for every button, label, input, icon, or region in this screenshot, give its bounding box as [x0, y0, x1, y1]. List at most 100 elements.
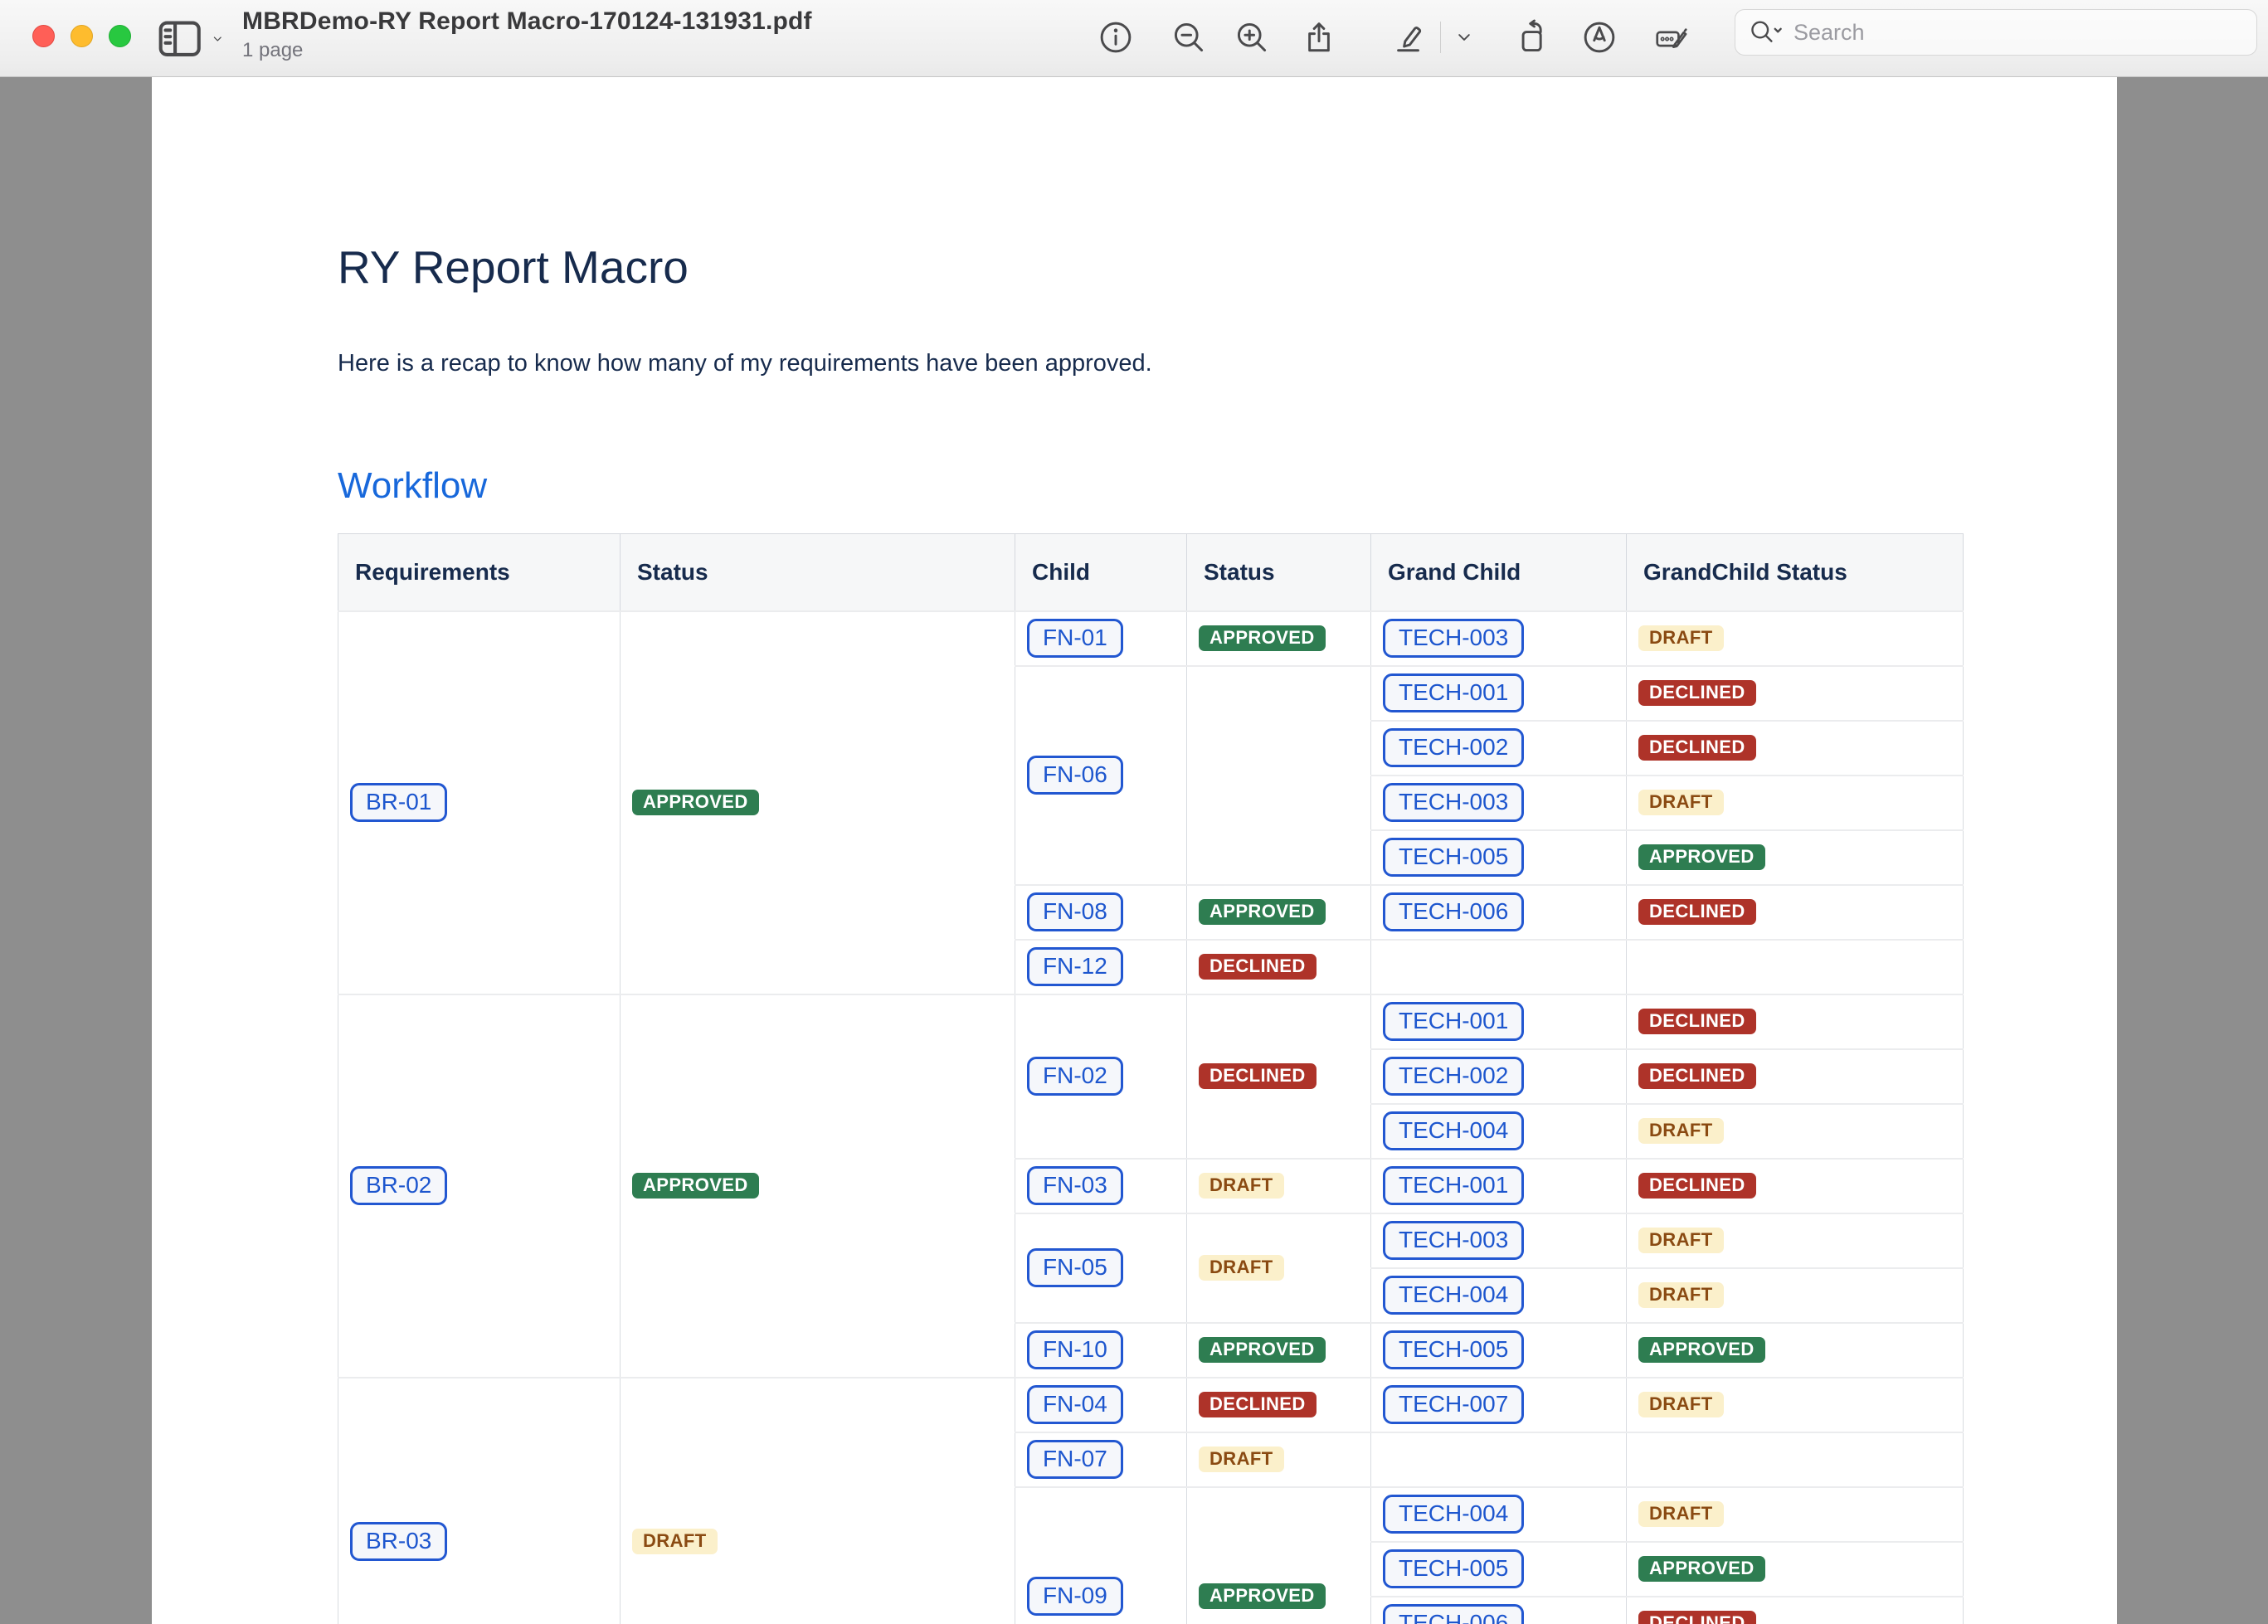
grandchild-cell — [1371, 940, 1627, 994]
status-lozenge: APPROVED — [1199, 899, 1326, 925]
section-heading-workflow: Workflow — [338, 464, 1963, 508]
column-header: Status — [1187, 534, 1371, 611]
status-lozenge: DECLINED — [1199, 1063, 1317, 1089]
child-status-cell: APPROVED — [1187, 1487, 1371, 1624]
issue-link-tech-001[interactable]: TECH-001 — [1383, 1002, 1524, 1041]
requirement-status-cell: DRAFT — [621, 1378, 1015, 1624]
status-lozenge: DECLINED — [1638, 1611, 1756, 1624]
status-lozenge: DRAFT — [1638, 1228, 1724, 1253]
workflow-table: RequirementsStatusChildStatusGrand Child… — [338, 533, 1964, 1624]
grandchild-cell: TECH-004 — [1371, 1268, 1627, 1323]
child-status-cell: APPROVED — [1187, 611, 1371, 666]
column-header: Status — [621, 534, 1015, 611]
status-lozenge: DECLINED — [1199, 1392, 1317, 1417]
highlight-options-button[interactable] — [1445, 15, 1483, 60]
issue-link-tech-004[interactable]: TECH-004 — [1383, 1276, 1524, 1315]
close-button[interactable] — [32, 25, 55, 47]
search-field[interactable] — [1735, 9, 2257, 56]
form-sign-button[interactable] — [1647, 15, 1696, 60]
grandchild-status-cell: DRAFT — [1627, 776, 1964, 830]
fullscreen-button[interactable] — [109, 25, 131, 47]
issue-link-fn-01[interactable]: FN-01 — [1027, 619, 1123, 658]
issue-link-tech-005[interactable]: TECH-005 — [1383, 1549, 1524, 1588]
grandchild-status-cell: DECLINED — [1627, 1049, 1964, 1104]
issue-link-fn-12[interactable]: FN-12 — [1027, 947, 1123, 986]
zoom-out-button[interactable] — [1166, 15, 1211, 60]
search-input[interactable] — [1787, 20, 2245, 46]
issue-link-tech-004[interactable]: TECH-004 — [1383, 1495, 1524, 1534]
status-lozenge: DECLINED — [1199, 954, 1317, 980]
grandchild-cell: TECH-004 — [1371, 1104, 1627, 1159]
issue-link-fn-03[interactable]: FN-03 — [1027, 1166, 1123, 1205]
issue-link-fn-07[interactable]: FN-07 — [1027, 1440, 1123, 1479]
requirement-cell: BR-03 — [338, 1378, 621, 1624]
issue-link-fn-02[interactable]: FN-02 — [1027, 1057, 1123, 1096]
issue-link-tech-002[interactable]: TECH-002 — [1383, 1057, 1524, 1096]
grandchild-cell: TECH-007 — [1371, 1378, 1627, 1432]
status-lozenge: DRAFT — [1638, 1392, 1724, 1417]
traffic-lights — [32, 25, 131, 47]
issue-link-tech-001[interactable]: TECH-001 — [1383, 673, 1524, 712]
issue-link-fn-10[interactable]: FN-10 — [1027, 1330, 1123, 1369]
child-cell: FN-12 — [1015, 940, 1187, 994]
status-lozenge: DRAFT — [1638, 1118, 1724, 1144]
status-lozenge: DRAFT — [1638, 790, 1724, 815]
sidebar-toggle-button[interactable] — [154, 17, 226, 61]
grandchild-cell: TECH-003 — [1371, 611, 1627, 666]
grandchild-cell: TECH-004 — [1371, 1487, 1627, 1542]
issue-link-tech-003[interactable]: TECH-003 — [1383, 1221, 1524, 1260]
rotate-button[interactable] — [1511, 15, 1555, 60]
toolbar-divider — [1440, 22, 1441, 53]
issue-link-fn-06[interactable]: FN-06 — [1027, 756, 1123, 795]
issue-link-tech-003[interactable]: TECH-003 — [1383, 783, 1524, 822]
table-header-row: RequirementsStatusChildStatusGrand Child… — [338, 534, 1964, 611]
issue-link-fn-04[interactable]: FN-04 — [1027, 1385, 1123, 1424]
zoom-in-button[interactable] — [1229, 15, 1274, 60]
child-status-cell: DECLINED — [1187, 1378, 1371, 1432]
child-cell: FN-05 — [1015, 1213, 1187, 1323]
issue-link-tech-007[interactable]: TECH-007 — [1383, 1385, 1524, 1424]
minimize-button[interactable] — [71, 25, 93, 47]
issue-link-fn-08[interactable]: FN-08 — [1027, 892, 1123, 931]
issue-link-tech-005[interactable]: TECH-005 — [1383, 1330, 1524, 1369]
share-button[interactable] — [1297, 15, 1341, 60]
issue-link-br-02[interactable]: BR-02 — [350, 1166, 447, 1205]
grandchild-status-cell: DECLINED — [1627, 721, 1964, 776]
issue-link-tech-006[interactable]: TECH-006 — [1383, 1604, 1524, 1624]
status-lozenge: DRAFT — [1638, 625, 1724, 651]
issue-link-fn-09[interactable]: FN-09 — [1027, 1577, 1123, 1616]
rotate-icon — [1515, 19, 1551, 56]
issue-link-fn-05[interactable]: FN-05 — [1027, 1248, 1123, 1287]
document-intro: Here is a recap to know how many of my r… — [338, 348, 1963, 378]
grandchild-cell — [1371, 1432, 1627, 1487]
issue-link-tech-004[interactable]: TECH-004 — [1383, 1111, 1524, 1150]
info-button[interactable] — [1093, 15, 1138, 60]
grandchild-status-cell: DECLINED — [1627, 666, 1964, 721]
pdf-page: RY Report Macro Here is a recap to know … — [152, 77, 2117, 1624]
window-title: MBRDemo-RY Report Macro-170124-131931.pd… — [242, 7, 812, 36]
markup-pen-button[interactable] — [1577, 15, 1622, 60]
highlight-button[interactable] — [1385, 15, 1430, 60]
issue-link-tech-001[interactable]: TECH-001 — [1383, 1166, 1524, 1205]
issue-link-tech-006[interactable]: TECH-006 — [1383, 892, 1524, 931]
child-cell: FN-01 — [1015, 611, 1187, 666]
child-cell: FN-02 — [1015, 994, 1187, 1159]
issue-link-br-01[interactable]: BR-01 — [350, 783, 447, 822]
child-status-cell: DRAFT — [1187, 1213, 1371, 1323]
grandchild-cell: TECH-003 — [1371, 776, 1627, 830]
child-cell: FN-10 — [1015, 1323, 1187, 1378]
status-lozenge: DRAFT — [1638, 1501, 1724, 1527]
requirement-status-cell: APPROVED — [621, 611, 1015, 994]
table-row: BR-02APPROVEDFN-02DECLINEDTECH-001DECLIN… — [338, 994, 1964, 1049]
share-icon — [1301, 19, 1337, 56]
document-title: RY Report Macro — [338, 241, 1963, 293]
chevron-down-icon — [210, 28, 226, 50]
document-canvas[interactable]: RY Report Macro Here is a recap to know … — [0, 77, 2268, 1624]
issue-link-tech-005[interactable]: TECH-005 — [1383, 838, 1524, 877]
child-status-cell: APPROVED — [1187, 1323, 1371, 1378]
grandchild-status-cell: DECLINED — [1627, 1597, 1964, 1624]
issue-link-tech-002[interactable]: TECH-002 — [1383, 728, 1524, 767]
issue-link-br-03[interactable]: BR-03 — [350, 1522, 447, 1561]
issue-link-tech-003[interactable]: TECH-003 — [1383, 619, 1524, 658]
status-lozenge: DECLINED — [1638, 1173, 1756, 1199]
